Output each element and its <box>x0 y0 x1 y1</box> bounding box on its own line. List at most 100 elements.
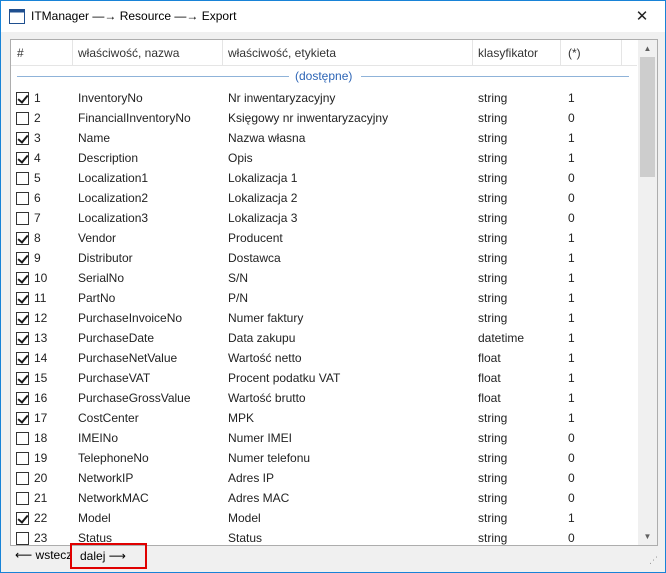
row-checkbox[interactable] <box>16 92 29 105</box>
table-row[interactable]: 5 Localization1 Lokalizacja 1 string 0 <box>11 169 637 189</box>
classifier: float <box>478 371 501 385</box>
column-divider[interactable] <box>472 40 473 65</box>
row-checkbox[interactable] <box>16 152 29 165</box>
column-header-required[interactable]: (*) <box>568 40 581 65</box>
property-label: Lokalizacja 2 <box>228 191 298 205</box>
scroll-down-icon[interactable]: ▼ <box>638 528 657 545</box>
row-checkbox[interactable] <box>16 132 29 145</box>
required-flag: 1 <box>568 311 575 325</box>
navigation-bar: ⟵ wstecz dalej ⟶ ⋰ <box>1 543 665 572</box>
property-label: Numer IMEI <box>228 431 293 445</box>
table-row[interactable]: 10 SerialNo S/N string 1 <box>11 269 637 289</box>
property-label: Adres IP <box>228 471 275 485</box>
classifier: string <box>478 291 508 305</box>
scroll-up-icon[interactable]: ▲ <box>638 40 657 57</box>
table-row[interactable]: 8 Vendor Producent string 1 <box>11 229 637 249</box>
row-checkbox[interactable] <box>16 312 29 325</box>
row-checkbox[interactable] <box>16 232 29 245</box>
table-row[interactable]: 7 Localization3 Lokalizacja 3 string 0 <box>11 209 637 229</box>
required-flag: 0 <box>568 491 575 505</box>
required-flag: 1 <box>568 351 575 365</box>
required-flag: 0 <box>568 111 575 125</box>
row-checkbox[interactable] <box>16 372 29 385</box>
row-checkbox[interactable] <box>16 332 29 345</box>
table-row[interactable]: 13 PurchaseDate Data zakupu datetime 1 <box>11 329 637 349</box>
table-row[interactable]: 14 PurchaseNetValue Wartość netto float 1 <box>11 349 637 369</box>
classifier: string <box>478 271 508 285</box>
table-row[interactable]: 11 PartNo P/N string 1 <box>11 289 637 309</box>
row-checkbox[interactable] <box>16 172 29 185</box>
table-row[interactable]: 12 PurchaseInvoiceNo Numer faktury string 1 <box>11 309 637 329</box>
classifier: string <box>478 491 508 505</box>
row-number: 2 <box>34 111 41 125</box>
row-checkbox[interactable] <box>16 412 29 425</box>
property-name: CostCenter <box>78 411 139 425</box>
row-checkbox[interactable] <box>16 112 29 125</box>
column-divider[interactable] <box>560 40 561 65</box>
row-checkbox[interactable] <box>16 512 29 525</box>
group-header-available[interactable]: (dostępne) <box>11 67 637 85</box>
required-flag: 1 <box>568 271 575 285</box>
vertical-scrollbar[interactable]: ▲ ▼ <box>638 40 657 545</box>
row-checkbox[interactable] <box>16 452 29 465</box>
required-flag: 1 <box>568 511 575 525</box>
properties-list[interactable]: # właściwość, nazwa właściwość, etykieta… <box>10 39 658 546</box>
row-checkbox[interactable] <box>16 472 29 485</box>
row-number: 1 <box>34 91 41 105</box>
table-row[interactable]: 18 IMEINo Numer IMEI string 0 <box>11 429 637 449</box>
table-row[interactable]: 16 PurchaseGrossValue Wartość brutto float 1 <box>11 389 637 409</box>
classifier: string <box>478 471 508 485</box>
classifier: datetime <box>478 331 525 345</box>
next-link[interactable]: dalej ⟶ <box>70 543 147 569</box>
table-row[interactable]: 22 Model Model string 1 <box>11 509 637 529</box>
required-flag: 0 <box>568 191 575 205</box>
property-name: PartNo <box>78 291 116 305</box>
column-header-property-name[interactable]: właściwość, nazwa <box>78 40 179 65</box>
property-label: Księgowy nr inwentaryzacyjny <box>228 111 389 125</box>
column-divider[interactable] <box>621 40 622 65</box>
column-header-classifier[interactable]: klasyfikator <box>478 40 538 65</box>
property-name: Distributor <box>78 251 133 265</box>
table-row[interactable]: 2 FinancialInventoryNo Księgowy nr inwenta… <box>11 109 637 129</box>
column-header-number[interactable]: # <box>17 40 24 65</box>
row-checkbox[interactable] <box>16 192 29 205</box>
table-row[interactable]: 3 Name Nazwa własna string 1 <box>11 129 637 149</box>
scrollbar-thumb[interactable] <box>640 57 655 177</box>
property-name: Name <box>78 131 111 145</box>
back-link[interactable]: ⟵ wstecz <box>15 548 72 562</box>
row-checkbox[interactable] <box>16 392 29 405</box>
row-checkbox[interactable] <box>16 292 29 305</box>
table-row[interactable]: 21 NetworkMAC Adres MAC string 0 <box>11 489 637 509</box>
table-row[interactable]: 4 Description Opis string 1 <box>11 149 637 169</box>
row-number: 10 <box>34 271 48 285</box>
resize-grip-icon[interactable]: ⋰ <box>649 556 659 568</box>
row-checkbox[interactable] <box>16 492 29 505</box>
row-number: 3 <box>34 131 41 145</box>
group-divider-left <box>17 76 289 77</box>
table-row[interactable]: 9 Distributor Dostawca string 1 <box>11 249 637 269</box>
column-divider[interactable] <box>72 40 73 65</box>
table-row[interactable]: 19 TelephoneNo Numer telefonu string 0 <box>11 449 637 469</box>
row-number: 15 <box>34 371 48 385</box>
property-label: Numer faktury <box>228 311 304 325</box>
row-checkbox[interactable] <box>16 252 29 265</box>
column-header-property-label[interactable]: właściwość, etykieta <box>228 40 336 65</box>
row-checkbox[interactable] <box>16 532 29 545</box>
row-checkbox[interactable] <box>16 432 29 445</box>
property-name: FinancialInventoryNo <box>78 111 191 125</box>
table-row[interactable]: 1 InventoryNo Nr inwentaryzacyjny string 1 <box>11 89 637 109</box>
close-button[interactable]: ✕ <box>619 1 665 32</box>
title-bar[interactable]: ITManager —→ Resource —→ Export ✕ <box>1 1 665 32</box>
property-label: Lokalizacja 3 <box>228 211 298 225</box>
row-checkbox[interactable] <box>16 212 29 225</box>
table-row[interactable]: 17 CostCenter MPK string 1 <box>11 409 637 429</box>
row-number: 14 <box>34 351 48 365</box>
row-number: 17 <box>34 411 48 425</box>
table-row[interactable]: 6 Localization2 Lokalizacja 2 string 0 <box>11 189 637 209</box>
table-row[interactable]: 15 PurchaseVAT Procent podatku VAT float 1 <box>11 369 637 389</box>
row-checkbox[interactable] <box>16 352 29 365</box>
column-divider[interactable] <box>222 40 223 65</box>
table-row[interactable]: 20 NetworkIP Adres IP string 0 <box>11 469 637 489</box>
row-checkbox[interactable] <box>16 272 29 285</box>
row-number: 16 <box>34 391 48 405</box>
